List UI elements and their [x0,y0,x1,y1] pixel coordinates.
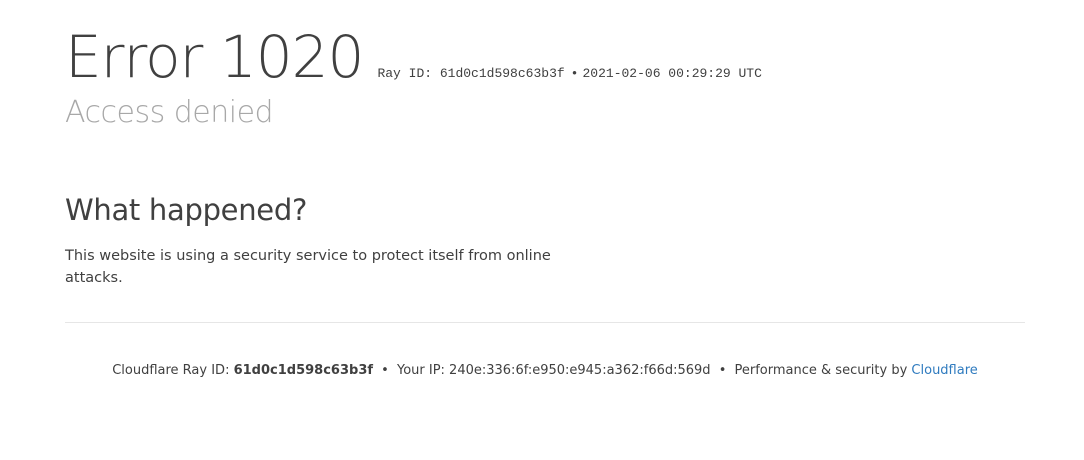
error-subtitle: Access denied [65,95,274,130]
section-heading: What happened? [65,193,308,227]
footer-performance-text: Performance & security by [734,363,912,378]
footer-ip-text: Your IP: 240e:336:6f:e950:e945:a362:f66d… [396,363,711,378]
bullet-separator: • [570,66,579,81]
error-page: Error 1020 Ray ID: 61d0c1d598c63b3f • 2021… [0,0,1084,460]
cloudflare-link[interactable]: Cloudflare [911,363,977,378]
footer-ray-label: Cloudflare Ray ID: [112,363,234,378]
footer-separator: • [718,363,727,378]
error-header: Error 1020 Ray ID: 61d0c1d598c63b3f • 2021… [65,22,762,92]
ray-id-text: Ray ID: 61d0c1d598c63b3f [377,66,565,81]
footer-separator: • [381,363,389,378]
ray-meta: Ray ID: 61d0c1d598c63b3f • 2021-02-06 00:2… [377,66,761,81]
error-title: Error 1020 [65,23,364,91]
divider [65,322,1025,323]
section-body: This website is using a security service… [65,248,551,286]
footer-ray-value: 61d0c1d598c63b3f [233,363,374,378]
footer: Cloudflare Ray ID: 61d0c1d598c63b3f • Yo… [65,361,1025,381]
timestamp-text: 2021-02-06 00:29:29 UTC [582,66,762,81]
